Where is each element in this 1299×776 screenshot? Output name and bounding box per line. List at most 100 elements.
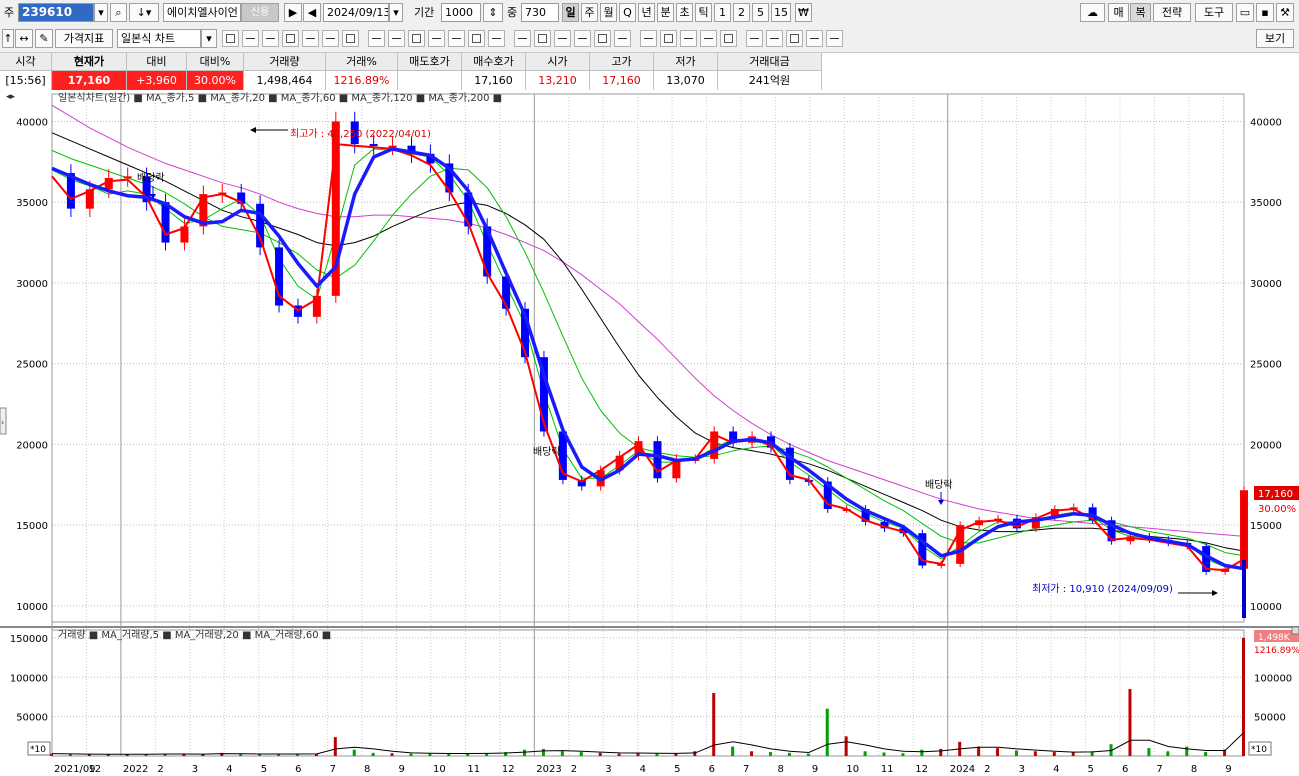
print-icon[interactable] [826, 30, 843, 47]
collapse-arrows-icon[interactable]: ◂▸ [6, 92, 16, 102]
code-dropdown-icon[interactable]: ▾ [94, 3, 108, 22]
next-icon[interactable]: ▶ [284, 3, 302, 22]
right-arrow-icon[interactable] [660, 30, 677, 47]
x-tick-label: 8 [364, 764, 370, 775]
period-input[interactable]: 1000 [441, 3, 481, 22]
circle-icon[interactable] [700, 30, 717, 47]
volume-bar [655, 753, 659, 756]
tab-period-7[interactable]: 틱 [695, 3, 712, 22]
x-tick-label: 2 [571, 764, 577, 775]
volume-bar [390, 753, 394, 756]
spin-icon[interactable]: ⇕ [483, 3, 503, 22]
cycle-lines-icon[interactable] [342, 30, 359, 47]
name-badge: 신용 [241, 3, 279, 22]
box-lines-icon[interactable] [388, 30, 405, 47]
tab-period-2[interactable]: 월 [600, 3, 617, 22]
indicator-button[interactable]: 가격지표 [55, 29, 113, 48]
wrench-icon[interactable]: ⚒ [1276, 3, 1294, 22]
date-input[interactable]: 2024/09/13 [323, 3, 389, 22]
up-arrow-icon[interactable] [594, 30, 611, 47]
tab-period-6[interactable]: 초 [676, 3, 693, 22]
music-icon[interactable] [680, 30, 697, 47]
tab-period-1[interactable]: 주 [581, 3, 598, 22]
save-icon[interactable]: ▪ [1256, 3, 1274, 22]
price-legend: 일본식차트(일간) ■ MA_종가,5 ■ MA_종가,20 ■ MA_종가,6… [58, 92, 502, 104]
buy-button[interactable]: 매 [1108, 3, 1129, 22]
tab-period-11[interactable]: 15 [771, 3, 791, 22]
grid-lines-icon[interactable] [368, 30, 385, 47]
marker-icon[interactable] [488, 30, 505, 47]
tab-settings-icon[interactable]: ₩ [795, 3, 812, 22]
search-zoom-icon[interactable] [746, 30, 763, 47]
parallel-icon[interactable] [428, 30, 445, 47]
tab-period-5[interactable]: 분 [657, 3, 674, 22]
fan-icon[interactable] [262, 30, 279, 47]
volume-bar [579, 752, 583, 756]
settings-icon[interactable] [534, 30, 551, 47]
quote-change-pct: 30.00% [187, 71, 244, 90]
chart-type-select[interactable]: 일본식 차트 [117, 29, 201, 48]
tab-period-0[interactable]: 일 [562, 3, 579, 22]
volume-panel-close-icon[interactable] [1291, 626, 1299, 635]
sort-arrows-icon[interactable]: ↓▾ [129, 3, 159, 22]
compound-button[interactable]: 복 [1130, 3, 1151, 22]
view-button[interactable]: 보기 [1256, 29, 1294, 48]
tab-period-4[interactable]: 년 [638, 3, 655, 22]
down-arrow-icon[interactable] [614, 30, 631, 47]
side-panel-arrow-icon[interactable]: › [1, 418, 4, 427]
left-arrow-icon[interactable] [640, 30, 657, 47]
box-icon[interactable] [574, 30, 591, 47]
x-tick-label: 9 [812, 764, 818, 775]
volume-bar [693, 751, 697, 756]
pencil-icon[interactable] [468, 30, 485, 47]
tools-button[interactable]: 도구 [1195, 3, 1233, 22]
wave-icon[interactable] [786, 30, 803, 47]
image-icon[interactable] [806, 30, 823, 47]
chart-type-dropdown-icon[interactable]: ▾ [201, 29, 217, 48]
x-tick-label: 6 [295, 764, 301, 775]
channel-icon[interactable] [408, 30, 425, 47]
vol-tick-label-right: 50000 [1254, 713, 1286, 724]
horizontal-line-icon[interactable] [282, 30, 299, 47]
x-tick-label: 2 [157, 764, 163, 775]
magic-icon[interactable] [766, 30, 783, 47]
stock-code-input[interactable]: 239610 [18, 3, 94, 22]
cloud-icon[interactable]: ☁ [1080, 3, 1105, 22]
quote-price: 17,160 [52, 71, 127, 90]
tab-period-3[interactable]: Q [619, 3, 636, 22]
angle-line-icon[interactable] [242, 30, 259, 47]
volume-bar [1052, 752, 1056, 756]
left-right-icon[interactable]: ↔ [15, 29, 33, 48]
volume-bar [787, 752, 791, 756]
tab-period-8[interactable]: 1 [714, 3, 731, 22]
volume-bar [201, 754, 205, 756]
open-folder-icon[interactable]: ▭ [1236, 3, 1254, 22]
search-icon[interactable]: ⌕ [110, 3, 127, 22]
mid-input[interactable]: 730 [521, 3, 559, 22]
quote-header-time: 시각 [0, 53, 52, 71]
line-icon[interactable] [222, 30, 239, 47]
main-toolbar: 주 239610 ▾ ⌕ ↓▾ 에이치엘사이언 신용 ▶ ◀ 2024/09/1… [0, 0, 1299, 27]
volume-bar [1204, 752, 1208, 756]
eraser-icon[interactable] [514, 30, 531, 47]
calendar-dropdown-icon[interactable]: ▾ [389, 3, 403, 22]
fib-bars-icon[interactable] [322, 30, 339, 47]
up-arrow-icon[interactable]: ↑ [2, 29, 14, 48]
x-tick-label: 4 [640, 764, 646, 775]
volume-bar [825, 708, 829, 756]
rectangle-icon[interactable] [720, 30, 737, 47]
tab-period-10[interactable]: 5 [752, 3, 769, 22]
x-tick-label: 7 [743, 764, 749, 775]
vertical-line-icon[interactable] [302, 30, 319, 47]
quote-table: 시각 현재가 대비 대비% 거래량 거래% 매도호가 매수호가 시가 고가 저가… [0, 53, 822, 91]
scale-label-left: *10 [30, 745, 46, 755]
strategy-button[interactable]: 전략 [1153, 3, 1191, 22]
stock-chart[interactable]: 10000 1000015000 1500020000 2000025000 25000… [0, 90, 1299, 776]
tab-period-9[interactable]: 2 [733, 3, 750, 22]
zoom-icon[interactable] [554, 30, 571, 47]
edit-icon[interactable]: ✎ [35, 29, 53, 48]
stock-name-field[interactable]: 에이치엘사이언 [163, 3, 241, 22]
triangle-lines-icon[interactable] [448, 30, 465, 47]
prev-icon[interactable]: ◀ [303, 3, 321, 22]
volume-bar [352, 749, 356, 756]
